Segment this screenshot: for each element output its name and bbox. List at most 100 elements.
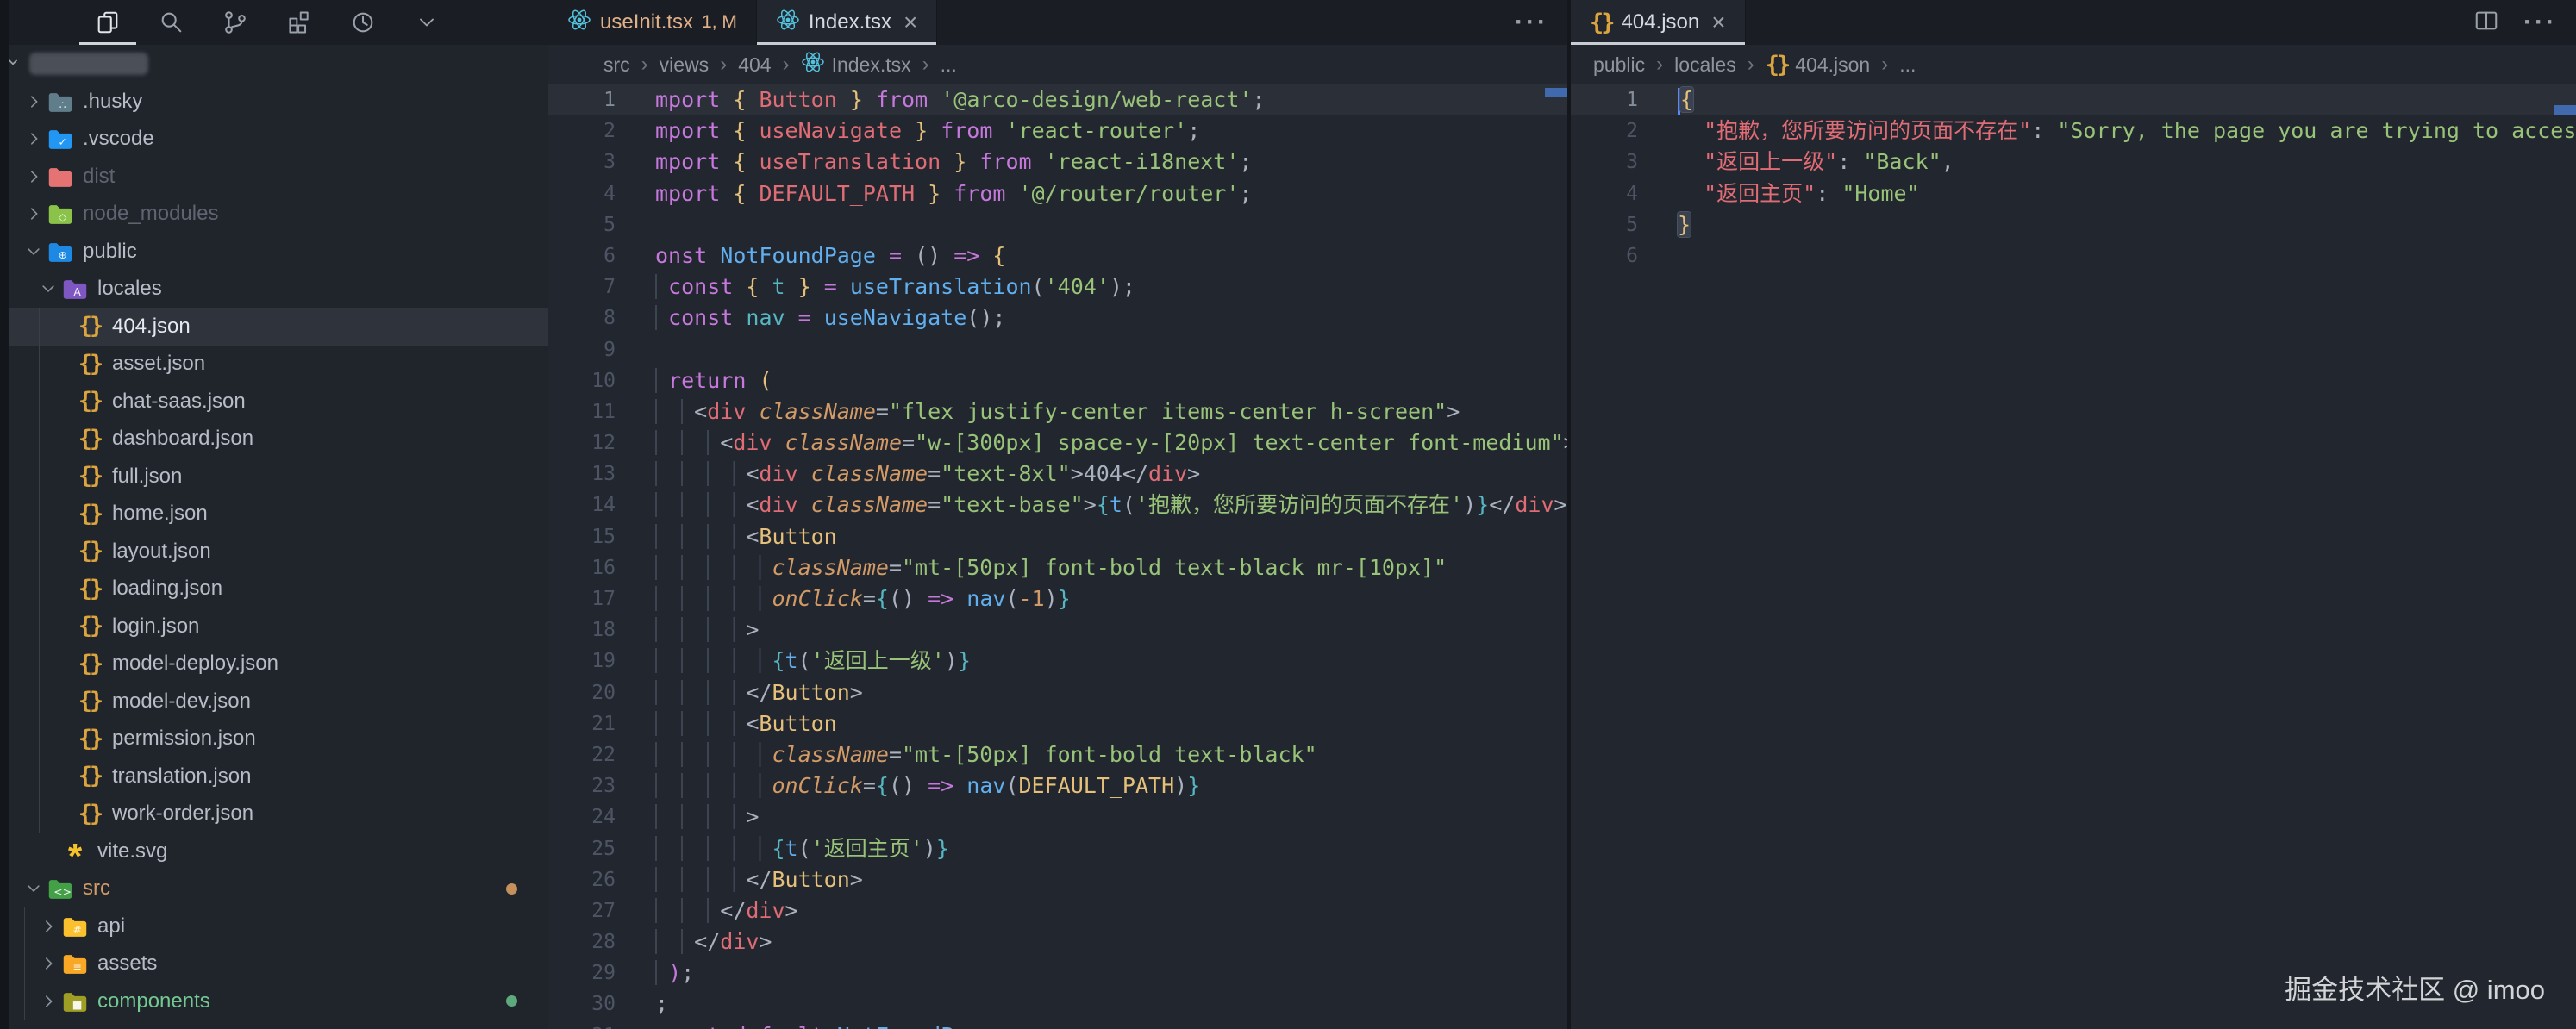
breadcrumbs-left: src›views›404›Index.tsx›... [548, 45, 1567, 84]
breadcrumb-item[interactable]: public [1593, 53, 1645, 77]
code-line[interactable]: 7 const { t } = useTranslation('404'); [548, 271, 1567, 302]
activity-source-control-icon[interactable] [221, 8, 250, 37]
editor-right[interactable]: 1{2 "抱歉，您所要访问的页面不存在": "Sorry, the page y… [1571, 84, 2576, 1029]
tree-item-model-dev.json[interactable]: {}model-dev.json [0, 683, 548, 720]
editor-left[interactable]: 1mport { Button } from '@arco-design/web… [548, 84, 1567, 1029]
tab-close-icon[interactable]: × [1711, 10, 1725, 34]
tree-item-assets[interactable]: ≡assets [0, 945, 548, 983]
tab-close-icon[interactable]: × [903, 10, 917, 34]
tree-item-api[interactable]: #api [0, 907, 548, 945]
tree-item-work-order.json[interactable]: {}work-order.json [0, 795, 548, 833]
code-line[interactable]: 24 > [548, 801, 1567, 833]
code-line[interactable]: 2mport { useNavigate } from 'react-route… [548, 115, 1567, 147]
code-line[interactable]: 31xport default NotFoundPage; [548, 1020, 1567, 1029]
code-line[interactable]: 18 > [548, 614, 1567, 645]
code-line[interactable]: 4mport { DEFAULT_PATH } from '@/router/r… [548, 178, 1567, 209]
code-line[interactable]: 9 [548, 334, 1567, 365]
tree-item-loading.json[interactable]: {}loading.json [0, 571, 548, 608]
tree-item-translation.json[interactable]: {}translation.json [0, 758, 548, 795]
chevron-down-icon [22, 879, 46, 898]
code-line[interactable]: 13 <div className="text-8xl">404</div> [548, 458, 1567, 490]
more-actions-icon[interactable]: ··· [1515, 17, 1548, 28]
code-line[interactable]: 11 <div className="flex justify-center i… [548, 396, 1567, 427]
code-line[interactable]: 1mport { Button } from '@arco-design/web… [548, 84, 1567, 115]
breadcrumb-item[interactable]: views [660, 53, 710, 77]
code-line[interactable]: 2 "抱歉，您所要访问的页面不存在": "Sorry, the page you… [1571, 115, 2576, 147]
activity-chevron-down-icon[interactable] [412, 8, 441, 37]
code-line[interactable]: 14 <div className="text-base">{t('抱歉，您所要… [548, 490, 1567, 521]
breadcrumb-item[interactable]: {}404.json [1766, 52, 1870, 78]
tree-item-public[interactable]: ⊕public [0, 233, 548, 271]
code-line[interactable]: 3mport { useTranslation } from 'react-i1… [548, 147, 1567, 178]
activity-search-icon[interactable] [157, 8, 186, 37]
breadcrumb-item[interactable]: src [603, 53, 630, 77]
code-line[interactable]: 1{ [1571, 84, 2576, 115]
project-header[interactable] [0, 45, 548, 83]
activity-history-icon[interactable] [348, 8, 378, 37]
code-line[interactable]: 10 return ( [548, 365, 1567, 396]
code-line[interactable]: 21 <Button [548, 708, 1567, 739]
code-line[interactable]: 15 <Button [548, 521, 1567, 552]
code-line[interactable]: 17 onClick={() => nav(-1)} [548, 583, 1567, 614]
activity-extensions-icon[interactable] [284, 8, 314, 37]
breadcrumb-item[interactable]: locales [1674, 53, 1736, 77]
code-line[interactable]: 12 <div className="w-[300px] space-y-[20… [548, 427, 1567, 458]
code-line[interactable]: 25 {t('返回主页')} [548, 833, 1567, 864]
code-line[interactable]: 5 [548, 209, 1567, 240]
tab-404.json[interactable]: {}404.json× [1571, 0, 1746, 45]
code-line[interactable]: 22 className="mt-[50px] font-bold text-b… [548, 739, 1567, 770]
tree-item-model-deploy.json[interactable]: {}model-deploy.json [0, 645, 548, 683]
breadcrumb-item[interactable]: 404 [738, 53, 771, 77]
code-line[interactable]: 29 ); [548, 957, 1567, 988]
tree-item-vite.svg[interactable]: *vite.svg [0, 833, 548, 870]
more-actions-icon[interactable]: ··· [2523, 17, 2557, 28]
activity-explorer-icon[interactable] [93, 8, 122, 37]
code-line[interactable]: 26 </Button> [548, 864, 1567, 895]
code-area-right[interactable]: 1{2 "抱歉，您所要访问的页面不存在": "Sorry, the page y… [1571, 84, 2576, 271]
tree-item-locales[interactable]: Alocales [0, 271, 548, 309]
code-line[interactable]: 8 const nav = useNavigate(); [548, 302, 1567, 334]
code-line[interactable]: 28 </div> [548, 926, 1567, 957]
tree-item-home.json[interactable]: {}home.json [0, 496, 548, 533]
breadcrumb-item[interactable]: ... [1899, 53, 1916, 77]
tree-item-dist[interactable]: dist [0, 158, 548, 196]
editor-group-divider[interactable] [1567, 0, 1571, 1029]
split-editor-icon[interactable] [2473, 8, 2499, 38]
json-file-icon: {} [75, 350, 104, 377]
code-line[interactable]: 27 </div> [548, 895, 1567, 926]
tree-item-layout.json[interactable]: {}layout.json [0, 533, 548, 571]
tree-item-full.json[interactable]: {}full.json [0, 458, 548, 496]
tree-item-login.json[interactable]: {}login.json [0, 608, 548, 645]
tab-Index.tsx[interactable]: Index.tsx × [757, 0, 937, 45]
code-line[interactable]: 23 onClick={() => nav(DEFAULT_PATH)} [548, 770, 1567, 801]
tree-item-src[interactable]: <>src [0, 870, 548, 908]
tree-item-.vscode[interactable]: ✓.vscode [0, 121, 548, 159]
code-line[interactable]: 4 "返回主页": "Home" [1571, 178, 2576, 209]
code-line[interactable]: 16 className="mt-[50px] font-bold text-b… [548, 552, 1567, 583]
code-line[interactable]: 20 </Button> [548, 677, 1567, 708]
tree-item-404.json[interactable]: {}404.json [0, 308, 548, 346]
code-line[interactable]: 3 "返回上一级": "Back", [1571, 147, 2576, 178]
tree-item-permission.json[interactable]: {}permission.json [0, 720, 548, 758]
code-line[interactable]: 5} [1571, 209, 2576, 240]
tree-item-components[interactable]: ■components [0, 982, 548, 1020]
breadcrumb-item[interactable]: Index.tsx [801, 50, 911, 79]
code-line-content: ); [616, 957, 694, 988]
breadcrumb-item[interactable]: ... [941, 53, 957, 77]
line-number: 6 [1571, 240, 1638, 271]
tree-item-dashboard.json[interactable]: {}dashboard.json [0, 421, 548, 458]
tab-label: Index.tsx [809, 10, 891, 34]
tree-item-chat-saas.json[interactable]: {}chat-saas.json [0, 383, 548, 421]
tree-item-.husky[interactable]: ∴.husky [0, 83, 548, 121]
code-line[interactable]: 6 [1571, 240, 2576, 271]
code-line[interactable]: 30; [548, 988, 1567, 1020]
folder-icon-components: ■ [60, 988, 90, 1015]
line-number: 5 [548, 209, 616, 240]
tree-item-node_modules[interactable]: ◇node_modules [0, 196, 548, 234]
code-line-content: <div className="text-8xl">404</div> [616, 458, 1200, 490]
code-line[interactable]: 19 {t('返回上一级')} [548, 645, 1567, 677]
code-area-left[interactable]: 1mport { Button } from '@arco-design/web… [548, 84, 1567, 1029]
code-line[interactable]: 6onst NotFoundPage = () => { [548, 240, 1567, 271]
tree-item-asset.json[interactable]: {}asset.json [0, 346, 548, 384]
tab-useInit.tsx[interactable]: useInit.tsx1, M [548, 0, 757, 45]
